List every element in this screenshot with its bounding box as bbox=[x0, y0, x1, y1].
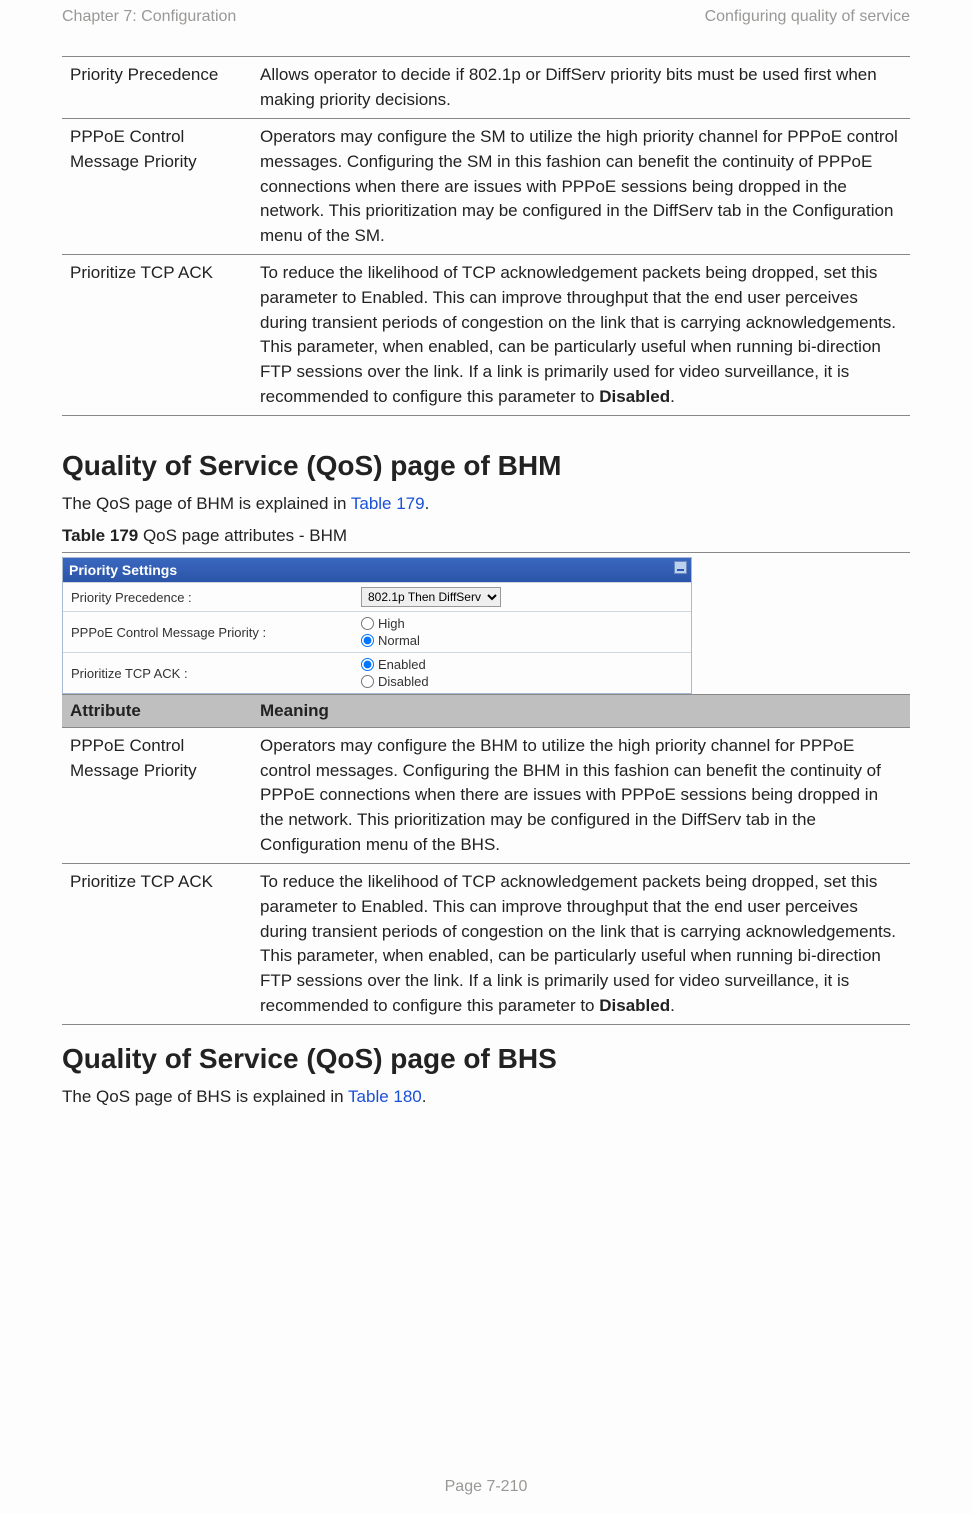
meaning-cell: To reduce the likelihood of TCP acknowle… bbox=[252, 255, 910, 415]
radio-label: Disabled bbox=[378, 674, 429, 689]
table-header-row: Attribute Meaning bbox=[62, 695, 910, 728]
radio-high[interactable]: High bbox=[361, 616, 420, 631]
attr-cell: Priority Precedence bbox=[62, 57, 252, 119]
meaning-cell: Allows operator to decide if 802.1p or D… bbox=[252, 57, 910, 119]
attr-cell: Prioritize TCP ACK bbox=[62, 255, 252, 415]
meaning-cell: Operators may configure the BHM to utili… bbox=[252, 728, 910, 864]
header-left: Chapter 7: Configuration bbox=[62, 8, 236, 26]
th-attribute: Attribute bbox=[62, 695, 252, 728]
radio-input[interactable] bbox=[361, 617, 374, 630]
minimize-icon[interactable] bbox=[674, 561, 687, 574]
radio-label: Enabled bbox=[378, 657, 426, 672]
meaning-cell: Operators may configure the SM to utiliz… bbox=[252, 119, 910, 255]
radio-normal[interactable]: Normal bbox=[361, 633, 420, 648]
meaning-text: To reduce the likelihood of TCP acknowle… bbox=[260, 263, 896, 405]
th-meaning: Meaning bbox=[252, 695, 910, 728]
label-tcpack: Prioritize TCP ACK : bbox=[63, 661, 353, 686]
heading-bhm: Quality of Service (QoS) page of BHM bbox=[62, 450, 910, 482]
table-row: Priority Precedence Allows operator to d… bbox=[62, 57, 910, 119]
intro-text: . bbox=[425, 494, 430, 513]
radio-label: High bbox=[378, 616, 405, 631]
table-row: PPPoE Control Message Priority Operators… bbox=[62, 728, 910, 864]
intro-bhm: The QoS page of BHM is explained in Tabl… bbox=[62, 492, 910, 516]
intro-text: . bbox=[422, 1087, 427, 1106]
radio-enabled[interactable]: Enabled bbox=[361, 657, 429, 672]
attr-cell: Prioritize TCP ACK bbox=[62, 864, 252, 1025]
table-row: Prioritize TCP ACK To reduce the likelih… bbox=[62, 255, 910, 415]
meaning-text: . bbox=[670, 996, 675, 1015]
label-pppoe: PPPoE Control Message Priority : bbox=[63, 620, 353, 645]
intro-bhs: The QoS page of BHS is explained in Tabl… bbox=[62, 1085, 910, 1109]
attr-cell: PPPoE Control Message Priority bbox=[62, 728, 252, 864]
panel-title: Priority Settings bbox=[69, 562, 177, 578]
radio-input[interactable] bbox=[361, 658, 374, 671]
radio-input[interactable] bbox=[361, 675, 374, 688]
panel-row-precedence: Priority Precedence : 802.1p Then DiffSe… bbox=[63, 582, 691, 611]
radio-input[interactable] bbox=[361, 634, 374, 647]
meaning-bold: Disabled bbox=[599, 387, 670, 406]
table-row: Prioritize TCP ACK To reduce the likelih… bbox=[62, 864, 910, 1025]
caption-table-179: Table 179 QoS page attributes - BHM bbox=[62, 526, 910, 546]
table-row: PPPoE Control Message Priority Operators… bbox=[62, 119, 910, 255]
header-right: Configuring quality of service bbox=[705, 8, 910, 26]
intro-text: The QoS page of BHM is explained in bbox=[62, 494, 351, 513]
radio-label: Normal bbox=[378, 633, 420, 648]
meaning-cell: To reduce the likelihood of TCP acknowle… bbox=[252, 864, 910, 1025]
meaning-text: To reduce the likelihood of TCP acknowle… bbox=[260, 872, 896, 1014]
select-precedence[interactable]: 802.1p Then DiffServ bbox=[361, 587, 501, 607]
radio-disabled[interactable]: Disabled bbox=[361, 674, 429, 689]
meaning-bold: Disabled bbox=[599, 996, 670, 1015]
label-precedence: Priority Precedence : bbox=[63, 585, 353, 610]
heading-bhs: Quality of Service (QoS) page of BHS bbox=[62, 1043, 910, 1075]
page-footer: Page 7-210 bbox=[0, 1478, 972, 1496]
link-table-180[interactable]: Table 180 bbox=[348, 1087, 422, 1106]
panel-row-tcpack: Prioritize TCP ACK : Enabled Disabled bbox=[63, 652, 691, 693]
intro-text: The QoS page of BHS is explained in bbox=[62, 1087, 348, 1106]
meaning-text: . bbox=[670, 387, 675, 406]
caption-bold: Table 179 bbox=[62, 526, 138, 545]
panel-row-pppoe: PPPoE Control Message Priority : High No… bbox=[63, 611, 691, 652]
panel-header: Priority Settings bbox=[63, 558, 691, 582]
priority-settings-panel: Priority Settings Priority Precedence : … bbox=[62, 557, 692, 694]
link-table-179[interactable]: Table 179 bbox=[351, 494, 425, 513]
table-sm-qos: Priority Precedence Allows operator to d… bbox=[62, 56, 910, 416]
caption-rest: QoS page attributes - BHM bbox=[138, 526, 347, 545]
attr-cell: PPPoE Control Message Priority bbox=[62, 119, 252, 255]
table-bhm-qos: Attribute Meaning PPPoE Control Message … bbox=[62, 694, 910, 1025]
